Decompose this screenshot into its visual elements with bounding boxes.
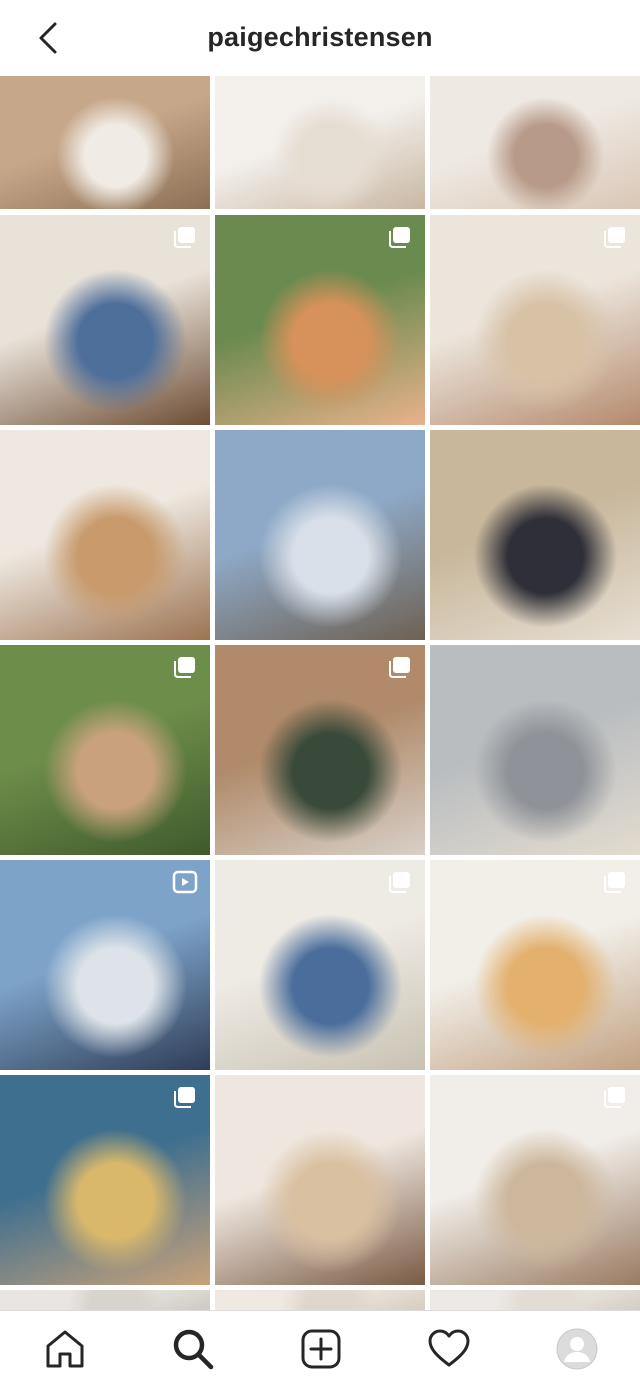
post-thumbnail[interactable]	[0, 215, 210, 425]
post-thumbnail[interactable]	[430, 215, 640, 425]
post-thumbnail[interactable]	[430, 76, 640, 209]
tab-create[interactable]	[297, 1325, 345, 1373]
search-icon	[173, 1329, 214, 1370]
home-icon	[46, 1330, 84, 1368]
multiple-photos-icon	[172, 655, 198, 679]
add-post-icon	[301, 1329, 341, 1369]
post-thumbnail[interactable]	[430, 430, 640, 640]
tab-profile[interactable]	[553, 1325, 601, 1373]
multiple-photos-icon	[387, 655, 413, 679]
post-thumbnail[interactable]	[0, 1075, 210, 1285]
multiple-photos-icon	[602, 870, 628, 894]
post-thumbnail[interactable]	[0, 76, 210, 209]
bottom-tab-bar	[0, 1310, 640, 1387]
post-thumbnail[interactable]	[215, 645, 425, 855]
multiple-photos-icon	[602, 225, 628, 249]
multiple-photos-icon	[602, 1085, 628, 1109]
top-bar: paigechristensen	[0, 0, 640, 75]
reel-icon	[172, 870, 198, 894]
multiple-photos-icon	[172, 1085, 198, 1109]
post-thumbnail[interactable]	[215, 76, 425, 209]
post-thumbnail[interactable]	[0, 1290, 210, 1310]
post-thumbnail[interactable]	[430, 860, 640, 1070]
avatar-icon	[556, 1328, 598, 1370]
post-thumbnail[interactable]	[215, 215, 425, 425]
post-thumbnail[interactable]	[0, 860, 210, 1070]
tab-search[interactable]	[169, 1325, 217, 1373]
profile-username-title: paigechristensen	[207, 22, 433, 52]
post-thumbnail[interactable]	[430, 1075, 640, 1285]
post-thumbnail[interactable]	[430, 645, 640, 855]
multiple-photos-icon	[172, 225, 198, 249]
post-thumbnail[interactable]	[430, 1290, 640, 1310]
tab-activity[interactable]	[425, 1325, 473, 1373]
post-thumbnail[interactable]	[215, 1290, 425, 1310]
posts-grid	[0, 76, 640, 1310]
post-thumbnail[interactable]	[215, 860, 425, 1070]
heart-icon	[428, 1329, 470, 1367]
post-thumbnail[interactable]	[0, 645, 210, 855]
multiple-photos-icon	[387, 225, 413, 249]
post-thumbnail[interactable]	[215, 1075, 425, 1285]
post-thumbnail[interactable]	[215, 430, 425, 640]
multiple-photos-icon	[387, 870, 413, 894]
tab-home[interactable]	[41, 1325, 89, 1373]
post-thumbnail[interactable]	[0, 430, 210, 640]
